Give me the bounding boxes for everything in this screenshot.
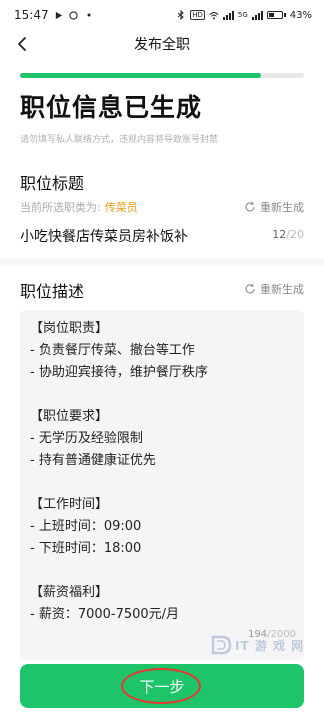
desc-line: - 持有普通健康证优先 [30, 453, 156, 468]
regenerate-desc-button[interactable]: 重新生成 [244, 281, 304, 297]
progress-fill [20, 73, 262, 78]
more-dot-icon [84, 10, 94, 20]
play-icon [54, 10, 64, 20]
desc-line [30, 472, 294, 494]
desc-line: - 下班时间：18:00 [30, 541, 142, 556]
back-button[interactable] [10, 32, 34, 56]
regenerate-title-label: 重新生成 [260, 201, 304, 214]
job-desc-heading: 职位描述 [20, 282, 85, 301]
desc-line: 【职位要求】 [30, 409, 109, 424]
refresh-icon [245, 201, 255, 212]
desc-line: - 协助迎宾接待，维护餐厅秩序 [30, 365, 208, 380]
network-5g-label: 5G [237, 11, 248, 19]
site-watermark: IT 游 戏 网 [210, 635, 304, 655]
chevron-left-icon [18, 37, 26, 51]
status-bar: 15:47 HD 5G 43% [0, 0, 324, 30]
battery-icon [266, 11, 286, 19]
refresh-icon [245, 283, 255, 294]
page-title: 职位信息已生成 [20, 93, 203, 122]
page-hint: 请勿填写私人联络方式，违规内容将导致账号封禁 [20, 135, 219, 145]
wifi-icon [209, 10, 219, 20]
category-value[interactable]: 传菜员 [105, 201, 138, 214]
watermark-logo-icon [211, 635, 232, 655]
signal-strength-icon [222, 10, 234, 20]
title-count-current: 12 [272, 228, 287, 241]
desc-line: - 薪资：7000-7500元/月 [30, 607, 180, 622]
hd-badge: HD [190, 10, 205, 20]
watermark-text: IT 游 戏 网 [235, 638, 305, 653]
nav-bar: 发布全职 [0, 30, 324, 58]
status-time: 15:47 [14, 8, 49, 22]
title-count-max: /20 [286, 228, 304, 241]
progress-bar [20, 73, 304, 78]
regenerate-title-button[interactable]: 重新生成 [244, 199, 304, 215]
app-notification-icon [69, 10, 79, 20]
desc-line [30, 384, 294, 406]
desc-line: - 负责餐厅传菜、撤台等工作 [30, 343, 195, 358]
desc-line: 【薪资福利】 [30, 585, 109, 600]
status-left: 15:47 [14, 8, 94, 22]
next-step-label: 下一步 [139, 678, 185, 696]
job-title-input[interactable]: 小吃快餐店传菜员房补饭补 [20, 226, 188, 246]
signal-strength-2-icon [251, 10, 263, 20]
job-desc-textarea[interactable]: 【岗位职责】 - 负责餐厅传菜、撤台等工作 - 协助迎宾接待，维护餐厅秩序 【职… [20, 310, 304, 660]
desc-line: - 无学历及经验限制 [30, 431, 143, 446]
desc-line: 【工作时间】 [30, 497, 109, 512]
section-divider [0, 258, 324, 266]
job-title-heading: 职位标题 [20, 174, 85, 193]
title-char-counter: 12/20 [272, 228, 304, 241]
bluetooth-icon [176, 10, 186, 20]
nav-title: 发布全职 [134, 37, 190, 53]
regenerate-desc-label: 重新生成 [260, 283, 304, 296]
category-line: 当前所选职类为: 传菜员 [20, 199, 138, 215]
desc-line: 【岗位职责】 [30, 321, 109, 336]
status-right: HD 5G 43% [176, 10, 312, 21]
next-step-button[interactable]: 下一步 [20, 664, 304, 708]
desc-line: - 上班时间：09:00 [30, 519, 142, 534]
category-prefix: 当前所选职类为: [20, 201, 101, 214]
desc-line [30, 560, 294, 582]
battery-percent: 43% [289, 9, 312, 21]
